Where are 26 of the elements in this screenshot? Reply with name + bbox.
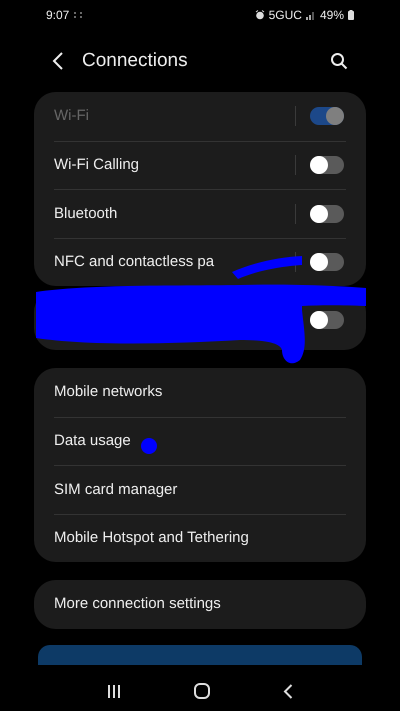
back-icon[interactable] <box>52 52 64 70</box>
toggle-switch[interactable] <box>310 253 344 272</box>
signal-icon <box>306 10 316 20</box>
network-type: 5GUC <box>268 7 302 24</box>
setting-label[interactable]: More connection settings <box>54 593 221 616</box>
setting-label[interactable]: Mobile networks <box>54 381 162 404</box>
status-time: 9:07 <box>46 7 70 24</box>
alarm-icon <box>254 10 265 20</box>
setting-label[interactable]: SIM card manager <box>54 478 178 501</box>
toggle-switch[interactable] <box>310 156 344 174</box>
notification-dots-icon <box>73 11 84 19</box>
setting-label[interactable]: Data usage <box>54 430 131 452</box>
setting-label[interactable]: NFC and contactless pa <box>54 251 214 274</box>
battery-icon <box>348 10 354 20</box>
battery-percent: 49% <box>320 7 344 24</box>
toggle-switch[interactable] <box>310 311 344 329</box>
setting-label[interactable]: Bluetooth <box>54 202 118 225</box>
page-title: Connections <box>82 48 189 73</box>
setting-label[interactable]: Wi-Fi Calling <box>54 154 140 176</box>
recent-apps-icon[interactable] <box>106 684 121 698</box>
annotation-dot <box>141 438 157 454</box>
toggle-switch[interactable] <box>310 204 344 223</box>
setting-label[interactable]: Mobile Hotspot and Tethering <box>54 527 249 550</box>
search-icon[interactable] <box>330 52 348 70</box>
home-icon[interactable] <box>194 683 210 699</box>
back-nav-icon[interactable] <box>283 684 294 698</box>
